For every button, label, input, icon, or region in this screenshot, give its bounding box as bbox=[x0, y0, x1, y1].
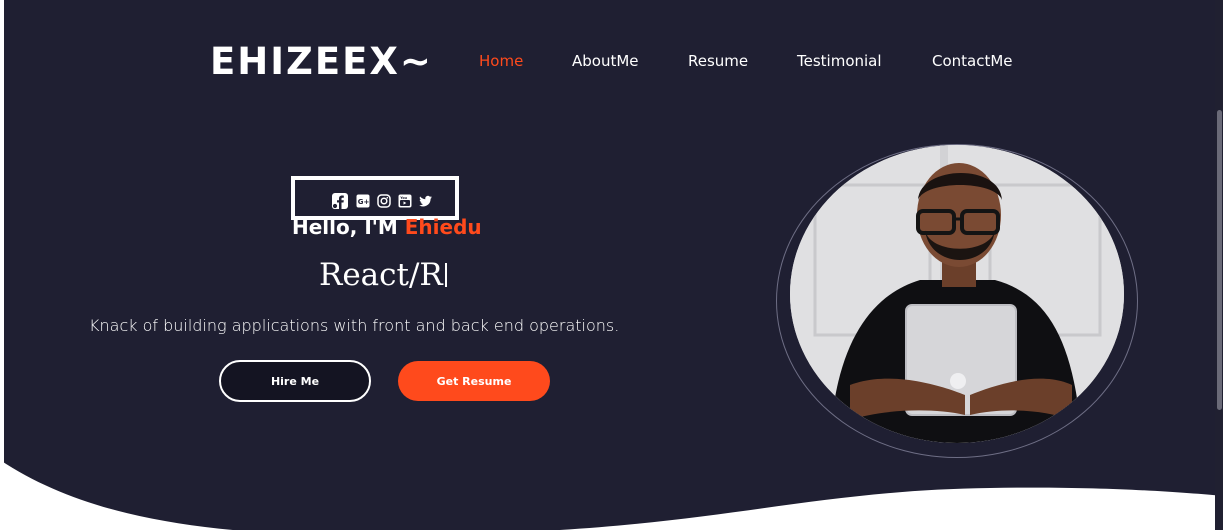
nav-item-home[interactable]: Home bbox=[479, 52, 523, 70]
profile-photo bbox=[790, 145, 1124, 443]
hero-greeting: Hello, I'M Ehiedu bbox=[292, 215, 482, 239]
scrollbar-thumb[interactable] bbox=[1217, 110, 1222, 410]
hire-me-button[interactable]: Hire Me bbox=[219, 360, 371, 402]
greeting-text: Hello, I'M bbox=[292, 215, 405, 239]
site-logo[interactable]: EHIZEEX~ bbox=[210, 40, 433, 83]
nav-item-contactme[interactable]: ContactMe bbox=[932, 52, 1013, 70]
nav-item-resume[interactable]: Resume bbox=[688, 52, 748, 70]
get-resume-button[interactable]: Get Resume bbox=[398, 361, 550, 401]
instagram-icon[interactable] bbox=[377, 194, 391, 208]
twitter-icon[interactable] bbox=[419, 194, 433, 208]
svg-text:You: You bbox=[399, 196, 407, 200]
youtube-icon[interactable]: You bbox=[398, 194, 412, 208]
social-links: G+ You bbox=[331, 192, 433, 210]
hero-section: EHIZEEX~ Home AboutMe Resume Testimonial… bbox=[0, 0, 1223, 530]
typed-role-text: React/R bbox=[319, 257, 443, 293]
facebook-icon[interactable] bbox=[331, 192, 349, 210]
profile-photo-illustration bbox=[790, 145, 1124, 443]
scrollbar-track[interactable] bbox=[1215, 0, 1223, 530]
bottom-wave bbox=[0, 460, 1223, 530]
left-frame-edge bbox=[0, 0, 4, 530]
nav-item-testimonial[interactable]: Testimonial bbox=[797, 52, 882, 70]
typed-role: React/R bbox=[319, 257, 447, 293]
typing-cursor bbox=[444, 263, 447, 287]
hero-tagline: Knack of building applications with fron… bbox=[89, 316, 620, 335]
nav-item-aboutme[interactable]: AboutMe bbox=[572, 52, 639, 70]
hero-name: Ehiedu bbox=[404, 215, 482, 239]
google-plus-icon[interactable]: G+ bbox=[356, 194, 370, 208]
svg-text:G+: G+ bbox=[358, 198, 370, 206]
social-links-box: G+ You bbox=[291, 176, 459, 220]
